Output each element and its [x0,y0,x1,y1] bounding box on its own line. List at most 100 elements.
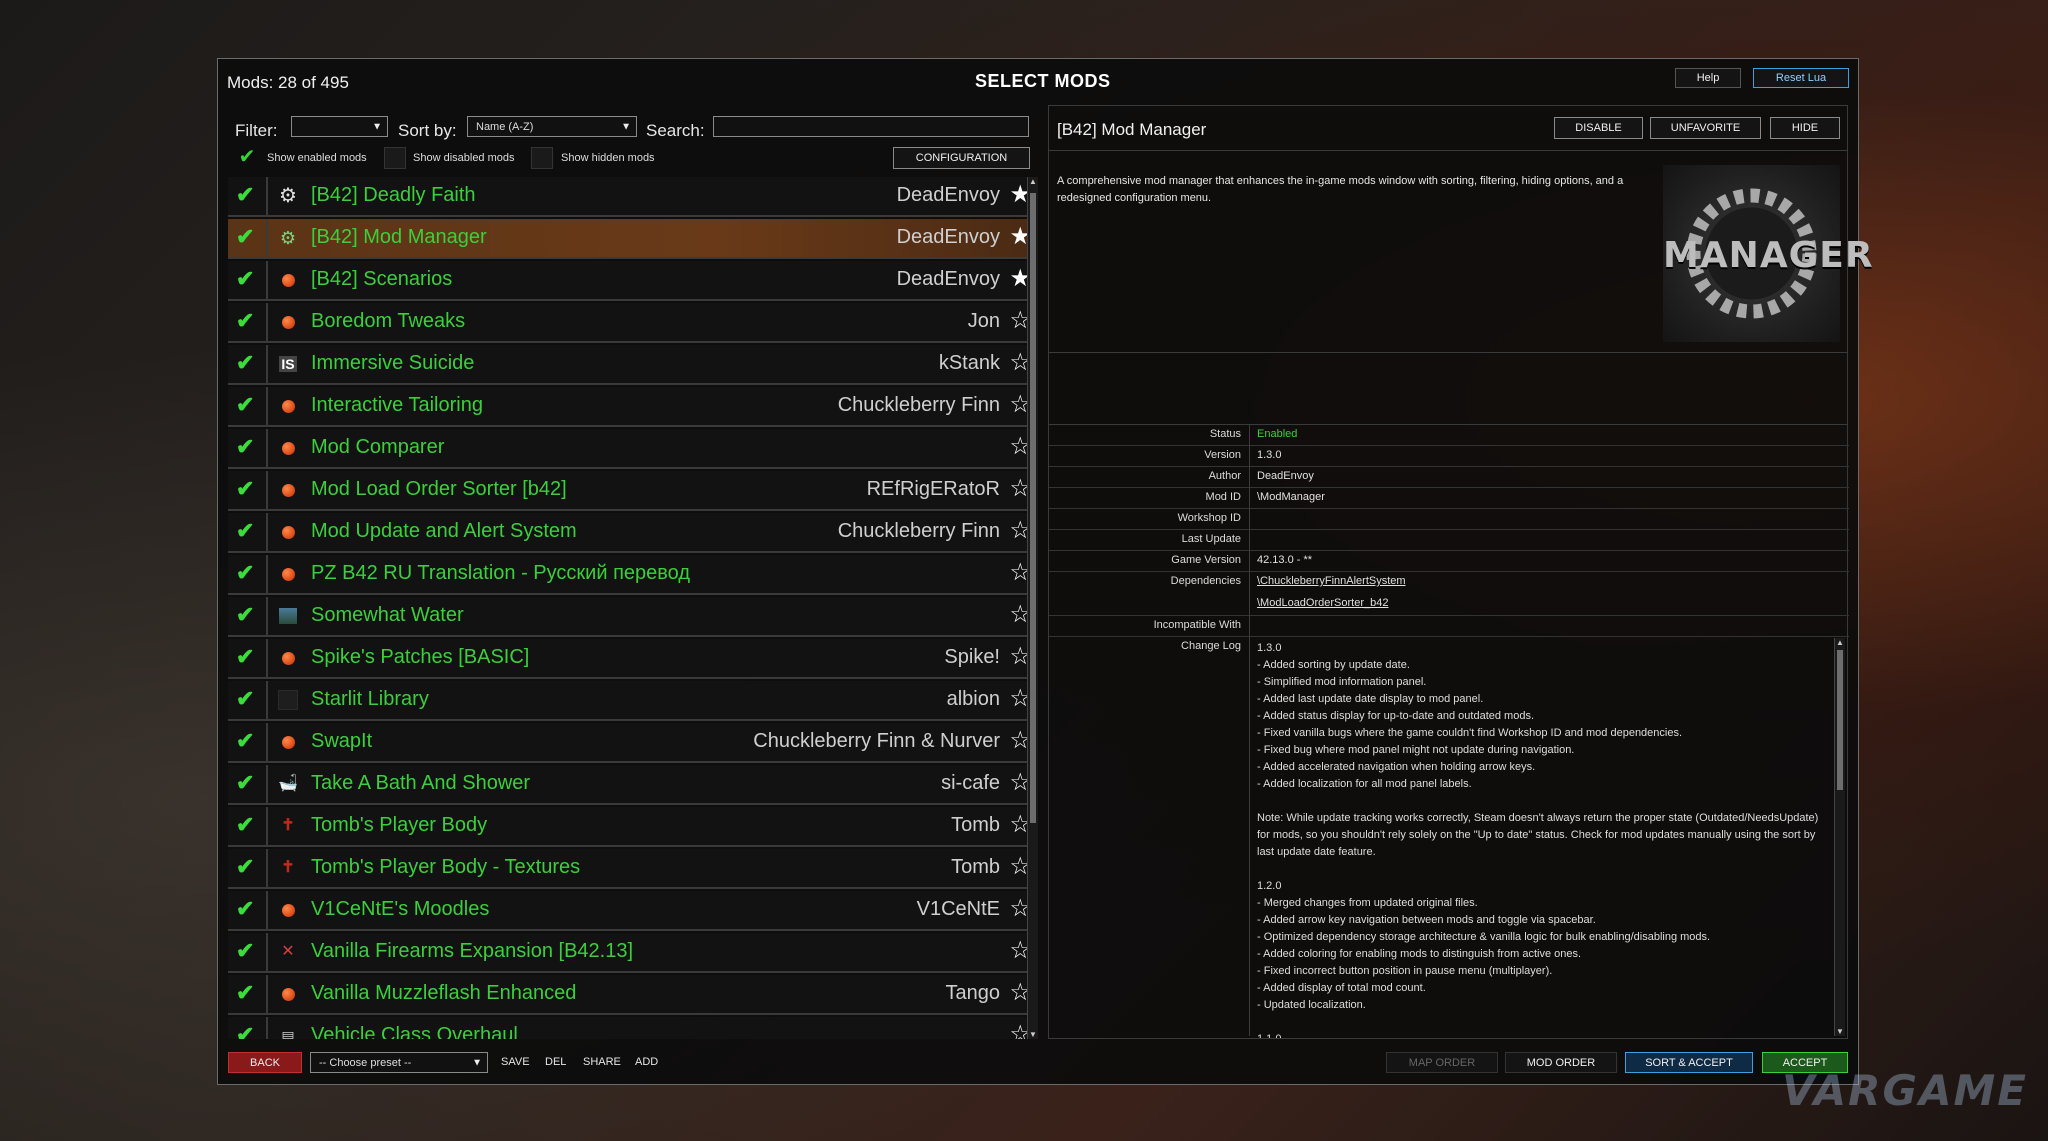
reset-lua-button[interactable]: Reset Lua [1753,68,1849,88]
scroll-down-icon[interactable]: ▼ [1836,1027,1844,1036]
changelog-line: - Added arrow key navigation between mod… [1257,914,1596,926]
mod-row[interactable]: ✔ ⚙ [B42] Deadly Faith DeadEnvoy ★ [228,177,1038,217]
status-value: Enabled [1257,428,1298,440]
mod-row[interactable]: ✔ Mod Comparer ☆ [228,429,1038,469]
mod-list-scroll-thumb[interactable] [1030,193,1036,823]
mod-enabled-checkbox[interactable]: ✔ [228,1017,268,1039]
info-row-author: Author DeadEnvoy [1049,466,1849,488]
share-preset-button[interactable]: SHARE [583,1056,621,1068]
changelog-line: - Fixed vanilla bugs where the game coul… [1257,727,1683,739]
mod-row[interactable]: ✔ Boredom Tweaks Jon ☆ [228,303,1038,343]
check-icon: ✔ [236,392,255,417]
delete-preset-button[interactable]: DEL [545,1056,566,1068]
sort-and-accept-button[interactable]: SORT & ACCEPT [1625,1052,1753,1073]
mod-enabled-checkbox[interactable]: ✔ [228,933,268,971]
show-hidden-checkbox[interactable] [531,147,553,169]
mod-row[interactable]: ✔ Mod Update and Alert System Chuckleberry… [228,513,1038,553]
mod-enabled-checkbox[interactable]: ✔ [228,471,268,509]
mod-enabled-checkbox[interactable]: ✔ [228,345,268,383]
disable-button[interactable]: DISABLE [1554,117,1643,139]
mod-row[interactable]: ✔ Starlit Library albion ☆ [228,681,1038,721]
mod-enabled-checkbox[interactable]: ✔ [228,765,268,803]
chevron-down-icon: ▼ [621,121,631,132]
scroll-up-icon[interactable]: ▲ [1836,638,1844,647]
sort-select[interactable]: Name (A-Z) ▼ [467,116,637,137]
mod-name: Vanilla Firearms Expansion [B42.13] [311,940,634,962]
mod-enabled-checkbox[interactable]: ✔ [228,849,268,887]
mod-row[interactable]: ✔ Vanilla Muzzleflash Enhanced Tango ☆ [228,975,1038,1015]
mod-enabled-checkbox[interactable]: ✔ [228,261,268,299]
mod-enabled-checkbox[interactable]: ✔ [228,513,268,551]
mods-count: Mods: 28 of 495 [227,73,349,92]
mod-dot-icon [278,396,298,416]
mod-row[interactable]: ✔ ✝ Tomb's Player Body Tomb ☆ [228,807,1038,847]
add-preset-button[interactable]: ADD [635,1056,658,1068]
search-input[interactable] [713,116,1029,137]
mod-row[interactable]: ✔ ⚙ [B42] Mod Manager DeadEnvoy ★ [228,219,1038,259]
mod-row[interactable]: ✔ SwapIt Chuckleberry Finn & Nurver ☆ [228,723,1038,763]
mod-enabled-checkbox[interactable]: ✔ [228,429,268,467]
mod-row[interactable]: ✔ PZ B42 RU Translation - Русский перевод… [228,555,1038,595]
mod-enabled-checkbox[interactable]: ✔ [228,387,268,425]
mod-enabled-checkbox[interactable]: ✔ [228,639,268,677]
map-order-button[interactable]: MAP ORDER [1386,1052,1498,1073]
unfavorite-button[interactable]: UNFAVORITE [1650,117,1761,139]
mod-order-button[interactable]: MOD ORDER [1505,1052,1617,1073]
mod-enabled-checkbox[interactable]: ✔ [228,303,268,341]
mod-author: V1CeNtE [916,898,1000,920]
game-version-key: Game Version [1171,554,1241,566]
changelog-scrollbar[interactable]: ▲ ▼ [1834,638,1845,1036]
mod-author: kStank [938,352,1000,374]
show-disabled-label: Show disabled mods [413,152,515,164]
help-button[interactable]: Help [1675,68,1741,88]
filter-select[interactable]: ▼ [291,116,388,137]
game-version-value: 42.13.0 - ** [1257,554,1313,566]
mod-enabled-checkbox[interactable]: ✔ [228,681,268,719]
mod-row[interactable]: ✔ Somewhat Water ☆ [228,597,1038,637]
last-update-key: Last Update [1181,533,1241,545]
dependencies-key: Dependencies [1170,575,1241,587]
mod-row[interactable]: ✔ ✝ Tomb's Player Body - Textures Tomb ☆ [228,849,1038,889]
configuration-button[interactable]: CONFIGURATION [893,147,1030,169]
mod-row[interactable]: ✔ 🛁 Take A Bath And Shower si-cafe ☆ [228,765,1038,805]
scroll-up-icon[interactable]: ▲ [1029,177,1037,186]
mod-enabled-checkbox[interactable]: ✔ [228,597,268,635]
check-icon: ✔ [236,854,255,879]
changelog-line: - Fixed bug where mod panel might not up… [1257,744,1575,756]
hide-button[interactable]: HIDE [1770,117,1840,139]
save-preset-button[interactable]: SAVE [501,1056,530,1068]
info-row-version: Version 1.3.0 [1049,445,1849,467]
preset-select[interactable]: -- Choose preset -- ▼ [310,1052,488,1073]
dependency-link[interactable]: \ChuckleberryFinnAlertSystem [1257,575,1406,587]
mod-enabled-checkbox[interactable]: ✔ [228,807,268,845]
mod-author: Chuckleberry Finn [837,520,1000,542]
mod-enabled-checkbox[interactable]: ✔ [228,177,268,215]
mod-enabled-checkbox[interactable]: ✔ [228,219,268,257]
mod-row[interactable]: ✔ Spike's Patches [BASIC] Spike! ☆ [228,639,1038,679]
changelog-line [1257,861,1827,878]
show-enabled-label: Show enabled mods [267,152,367,164]
author-key: Author [1208,470,1241,482]
mod-enabled-checkbox[interactable]: ✔ [228,975,268,1013]
mod-row[interactable]: ✔ Interactive Tailoring Chuckleberry Finn ☆ [228,387,1038,427]
mod-row[interactable]: ✔ IS Immersive Suicide kStank ☆ [228,345,1038,385]
search-label: Search: [646,121,705,140]
mod-row[interactable]: ✔ Mod Load Order Sorter [b42] REfRigERatoR… [228,471,1038,511]
mod-name: SwapIt [311,730,373,752]
mod-row[interactable]: ✔ ✕ Vanilla Firearms Expansion [B42.13] ☆ [228,933,1038,973]
mod-list-scrollbar[interactable]: ▲ ▼ [1027,177,1038,1039]
mod-row[interactable]: ✔ [B42] Scenarios DeadEnvoy ★ [228,261,1038,301]
mod-row[interactable]: ✔ ▤ Vehicle Class Overhaul ☆ [228,1017,1038,1039]
changelog-scroll-thumb[interactable] [1837,650,1843,790]
show-enabled-checkbox[interactable]: ✔ [237,147,257,167]
dependency-link[interactable]: \ModLoadOrderSorter_b42 [1257,597,1388,609]
status-key: Status [1209,428,1241,440]
show-disabled-checkbox[interactable] [384,147,406,169]
mod-name: [B42] Deadly Faith [311,184,476,206]
scroll-down-icon[interactable]: ▼ [1029,1030,1037,1039]
back-button[interactable]: BACK [228,1052,302,1073]
mod-enabled-checkbox[interactable]: ✔ [228,723,268,761]
mod-enabled-checkbox[interactable]: ✔ [228,891,268,929]
mod-enabled-checkbox[interactable]: ✔ [228,555,268,593]
mod-row[interactable]: ✔ V1CeNtE's Moodles V1CeNtE ☆ [228,891,1038,931]
